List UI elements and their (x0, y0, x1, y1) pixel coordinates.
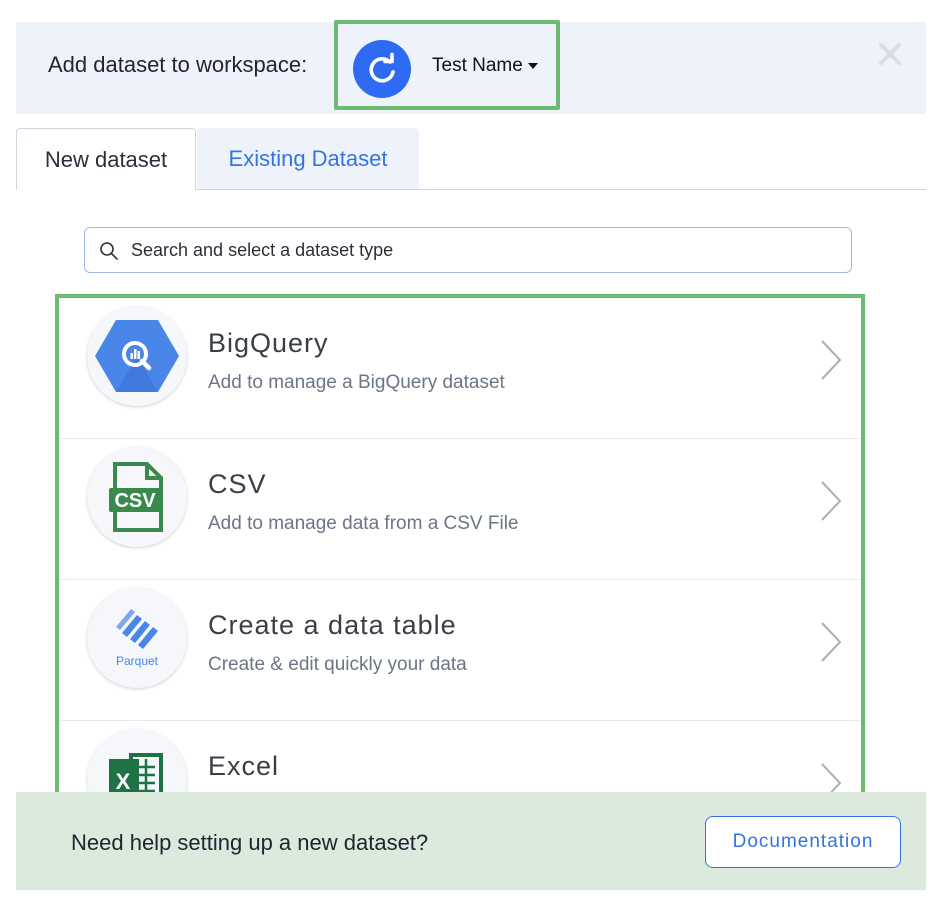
tab-new-dataset[interactable]: New dataset (16, 128, 196, 190)
bigquery-icon (95, 320, 179, 392)
close-button[interactable] (876, 40, 904, 68)
svg-text:X: X (116, 769, 131, 794)
tab-bar: New dataset Existing Dataset (16, 128, 926, 190)
help-text: Need help setting up a new dataset? (71, 830, 429, 855)
workspace-avatar (353, 40, 411, 98)
search-input[interactable] (131, 228, 831, 272)
dataset-option-icon: X (87, 729, 187, 794)
dataset-option-bigquery[interactable]: BigQuery Add to manage a BigQuery datase… (59, 298, 861, 439)
dataset-option-csv[interactable]: CSV CSV Add to manage data from a CSV Fi… (59, 439, 861, 580)
dataset-search (84, 227, 852, 273)
workspace-selector[interactable]: Test Name (334, 20, 560, 110)
parquet-icon: Parquet (116, 609, 159, 668)
dataset-option-icon (87, 306, 187, 406)
tab-existing-dataset[interactable]: Existing Dataset (197, 128, 419, 189)
dataset-option-icon: CSV (87, 447, 187, 547)
svg-text:Parquet: Parquet (116, 654, 159, 668)
chevron-right-icon (821, 481, 842, 521)
chevron-right-icon (821, 622, 842, 662)
dataset-option-description: Create & edit quickly your data (208, 654, 467, 675)
svg-text:CSV: CSV (114, 490, 156, 512)
documentation-button[interactable]: Documentation (705, 816, 901, 868)
dialog-title: Add dataset to workspace: (48, 52, 308, 77)
search-icon (100, 242, 118, 260)
workspace-name: Test Name (432, 55, 523, 76)
refresh-icon (369, 52, 395, 83)
dataset-option-title: CSV (208, 469, 267, 499)
csv-file-icon: CSV (109, 462, 163, 532)
tab-divider (196, 189, 926, 190)
dataset-option-description: Add to manage a BigQuery dataset (208, 372, 505, 393)
dataset-option-excel[interactable]: X Excel (59, 721, 861, 794)
dataset-option-data-table[interactable]: Parquet Create a data table Create & edi… (59, 580, 861, 721)
caret-down-icon (528, 63, 538, 69)
close-icon (879, 43, 901, 65)
dataset-option-icon: Parquet (87, 588, 187, 688)
chevron-right-icon (821, 340, 842, 380)
excel-icon: X (109, 753, 163, 794)
dataset-option-title: Excel (208, 751, 280, 781)
dataset-option-title: Create a data table (208, 610, 457, 640)
help-footer: Need help setting up a new dataset? Docu… (16, 792, 926, 890)
dialog-header: Add dataset to workspace: Test Name (16, 20, 926, 114)
dataset-option-title: BigQuery (208, 328, 329, 358)
dataset-option-description: Add to manage data from a CSV File (208, 513, 519, 534)
dataset-type-list: BigQuery Add to manage a BigQuery datase… (55, 294, 865, 797)
